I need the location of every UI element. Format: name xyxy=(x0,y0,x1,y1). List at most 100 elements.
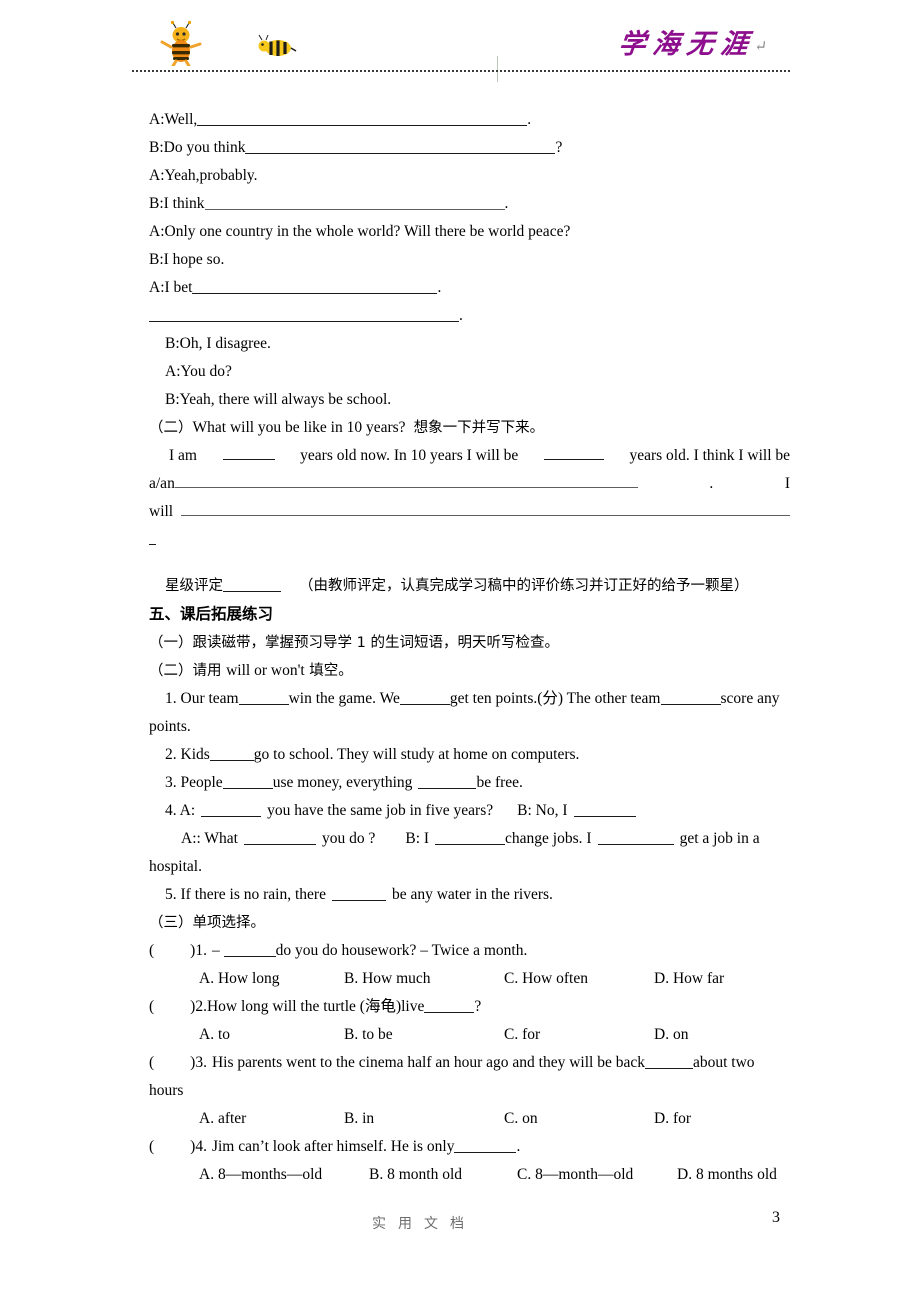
option-b[interactable]: B. 8 month old xyxy=(369,1161,517,1189)
fill-blank[interactable] xyxy=(418,776,477,789)
dialogue-line: A:Yeah,probably. xyxy=(149,162,790,190)
fill-blank[interactable] xyxy=(201,804,262,817)
question-text: you do ? xyxy=(321,830,376,847)
option-b[interactable]: B. How much xyxy=(344,965,504,993)
option-b[interactable]: B. in xyxy=(344,1105,504,1133)
fill-blank[interactable] xyxy=(374,309,459,322)
writing-task-line-2: a/an . I xyxy=(149,470,790,498)
fill-question-5: 5. If there is no rain, there be any wate… xyxy=(149,881,790,909)
section-five-heading: 五、课后拓展练习 xyxy=(149,600,790,629)
star-rating-blank[interactable] xyxy=(223,579,281,592)
question-text: change jobs. I xyxy=(505,830,592,847)
fill-blank[interactable] xyxy=(352,281,438,294)
section-two-chinese: 想象一下并写下来。 xyxy=(413,420,545,436)
fill-question-4-line3: hospital. xyxy=(149,853,790,881)
dialogue-line: A:Well,. xyxy=(149,106,790,134)
fill-blank[interactable] xyxy=(222,447,275,460)
fill-question-3: 3. People use money, everything be free. xyxy=(149,769,790,797)
fill-question-4-line2: A:: What you do ? B: I change jobs. I get a … xyxy=(149,825,790,853)
fill-blank[interactable] xyxy=(424,1000,475,1013)
dialogue-line: A:I bet. xyxy=(149,274,790,302)
fill-question-1-wrap: points. xyxy=(149,713,790,741)
document-page: 学海无涯↵ A:Well,. B:Do you think? A:Yeah,pr… xyxy=(0,0,920,1302)
writing-task-line-1: I am years old now. In 10 years I will b… xyxy=(149,442,790,470)
item-two-prefix: （二）请用 xyxy=(149,663,227,679)
dialogue-line: A:Only one country in the whole world? W… xyxy=(149,218,790,246)
dialogue-tail: . xyxy=(504,195,509,212)
dialogue-line: B:Do you think? xyxy=(149,134,790,162)
fill-blank[interactable] xyxy=(209,748,254,761)
brand-text: 学海无涯 xyxy=(617,29,757,59)
fill-blank[interactable] xyxy=(223,944,276,957)
writing-task-line-4 xyxy=(149,526,790,552)
section-three-heading: （三）单项选择。 xyxy=(149,909,790,937)
dialogue-speaker: A:You do? xyxy=(165,363,232,380)
dialogue-speaker: B:I hope so. xyxy=(149,251,225,268)
header-rule xyxy=(132,70,790,72)
fill-blank[interactable] xyxy=(543,447,604,460)
fill-blank[interactable] xyxy=(435,832,506,845)
fill-blank[interactable] xyxy=(399,692,450,705)
option-c[interactable]: C. for xyxy=(504,1021,654,1049)
section-five-item-two: （二）请用 will or won't 填空。 xyxy=(149,657,790,685)
page-header: 学海无涯↵ xyxy=(132,10,790,82)
option-a[interactable]: A. How long xyxy=(199,965,344,993)
fill-blank[interactable] xyxy=(420,141,556,154)
option-d[interactable]: D. for xyxy=(654,1105,691,1133)
star-rating-note: （由教师评定，认真完成学习稿中的评价练习并订正好的给予一颗星） xyxy=(299,578,749,594)
dialogue-line: B:I hope so. xyxy=(149,246,790,274)
answer-paren-open: ( xyxy=(149,942,155,959)
fill-blank[interactable] xyxy=(174,475,638,488)
option-d[interactable]: D. How far xyxy=(654,965,724,993)
fill-blank[interactable] xyxy=(181,503,790,516)
question-text: hospital. xyxy=(149,858,202,875)
question-text: ? xyxy=(474,998,482,1015)
option-d[interactable]: D. on xyxy=(654,1021,688,1049)
fill-blank[interactable] xyxy=(238,692,289,705)
dialogue-speaker: A:Yeah,probably. xyxy=(149,167,258,184)
fill-blank[interactable] xyxy=(149,309,374,322)
fill-blank[interactable] xyxy=(660,692,721,705)
fill-blank[interactable] xyxy=(243,832,316,845)
dialogue-tail: . xyxy=(459,307,463,324)
fill-blank[interactable] xyxy=(597,832,674,845)
fill-blank[interactable] xyxy=(222,776,273,789)
question-text: you have the same job in five years? xyxy=(267,802,494,819)
dialogue-speaker: A:Well, xyxy=(149,111,198,128)
choice-options-4: A. 8—months—old B. 8 month old C. 8—mont… xyxy=(149,1161,790,1189)
question-text: 1. Our team xyxy=(165,690,239,707)
question-text: do you do housework? – Twice a month. xyxy=(275,942,528,959)
fill-blank[interactable] xyxy=(149,532,156,545)
option-d[interactable]: D. 8 months old xyxy=(677,1161,777,1189)
fill-blank[interactable] xyxy=(204,197,385,210)
pilcrow-icon: ↵ xyxy=(754,39,769,55)
option-c[interactable]: C. How often xyxy=(504,965,654,993)
page-number: 3 xyxy=(772,1209,780,1226)
option-c[interactable]: C. 8—month—old xyxy=(517,1161,677,1189)
fill-blank[interactable] xyxy=(384,197,505,210)
option-b[interactable]: B. to be xyxy=(344,1021,504,1049)
fill-blank[interactable] xyxy=(427,113,528,126)
option-a[interactable]: A. after xyxy=(199,1105,344,1133)
section-two-label: （二） xyxy=(149,420,193,436)
dialogue-tail: . xyxy=(527,111,532,128)
fill-blank[interactable] xyxy=(197,113,428,126)
fill-blank[interactable] xyxy=(331,888,386,901)
fill-blank[interactable] xyxy=(573,804,636,817)
section-three-title: （三）单项选择。 xyxy=(149,915,265,931)
fill-blank[interactable] xyxy=(644,1056,693,1069)
question-text: 4. A: xyxy=(165,802,196,819)
choice-options-2: A. to B. to be C. for D. on xyxy=(149,1021,790,1049)
page-header-brand: 学海无涯↵ xyxy=(617,22,770,61)
question-number: 1. xyxy=(195,942,207,959)
fill-blank[interactable] xyxy=(245,141,421,154)
section-five-item-one: （一）跟读磁带，掌握预习导学 1 的生词短语，明天听写检查。 xyxy=(149,629,790,657)
choice-options-1: A. How long B. How much C. How often D. … xyxy=(149,965,790,993)
option-a[interactable]: A. 8—months—old xyxy=(199,1161,369,1189)
option-a[interactable]: A. to xyxy=(199,1021,344,1049)
fill-blank[interactable] xyxy=(454,1140,517,1153)
star-rating-line: 星级评定 （由教师评定，认真完成学习稿中的评价练习并订正好的给予一颗星） xyxy=(149,572,790,600)
question-number: 2. xyxy=(195,998,207,1015)
fill-blank[interactable] xyxy=(192,281,353,294)
option-c[interactable]: C. on xyxy=(504,1105,654,1133)
